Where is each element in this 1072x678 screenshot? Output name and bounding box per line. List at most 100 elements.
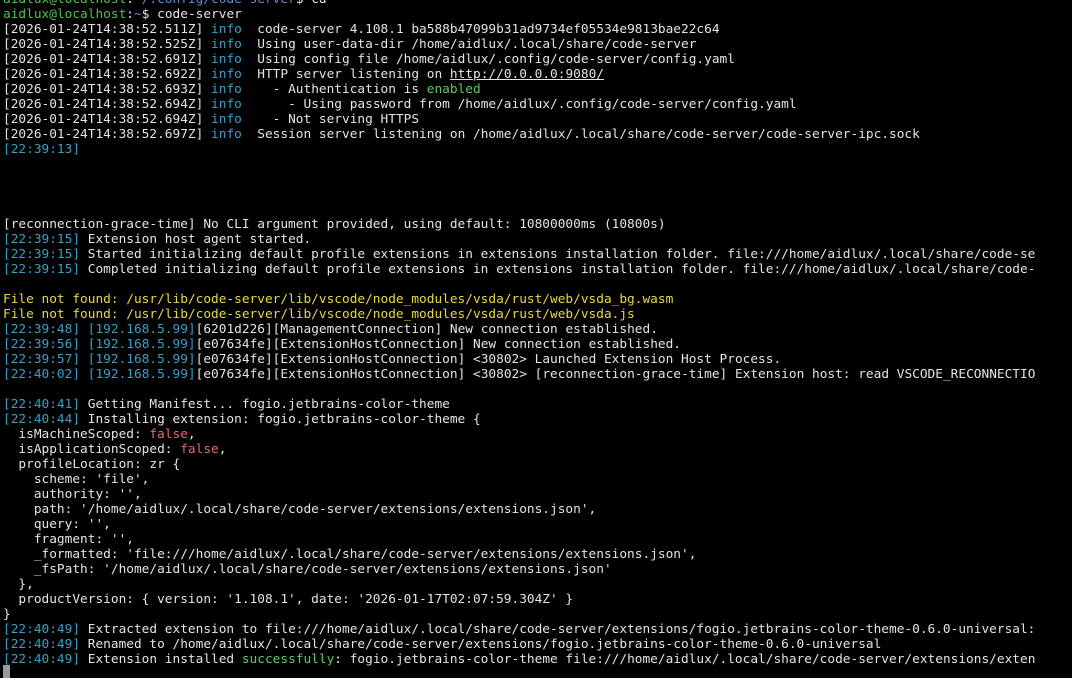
terminal-line: [22:40:49] Extracted extension to file:/… [3, 622, 1072, 637]
terminal-line: fragment: '', [3, 532, 1072, 547]
terminal-text-segment: [192.168.5.99] [87, 322, 196, 337]
terminal-text-segment: info [211, 67, 242, 82]
terminal-line: }, [3, 577, 1072, 592]
terminal-text-segment: isMachineScoped: [3, 427, 150, 442]
terminal-line: [2026-01-24T14:38:52.691Z] info Using co… [3, 52, 1072, 67]
terminal-line: [2026-01-24T14:38:52.697Z] info Session … [3, 127, 1072, 142]
terminal-text-segment: Started initializing default profile ext… [80, 247, 1036, 262]
terminal-text-segment: [22:40:41] [3, 397, 81, 412]
terminal-window[interactable]: aidlux@localhost:~/.config/code-server$ … [0, 0, 1072, 678]
terminal-text-segment: Installing extension: fogio.jetbrains-co… [80, 412, 481, 427]
terminal-text-segment: [2026-01-24T14:38:52.694Z] [3, 112, 212, 127]
terminal-text-segment: [22:40:49] [3, 637, 81, 652]
terminal-cursor [3, 665, 10, 678]
terminal-line: isMachineScoped: false, [3, 427, 1072, 442]
terminal-text-segment: HTTP server listening on [241, 67, 450, 82]
terminal-line: File not found: /usr/lib/code-server/lib… [3, 292, 1072, 307]
terminal-text-segment: ~/.config/code-server [134, 0, 296, 7]
terminal-line: [22:39:15] Completed initializing defaul… [3, 262, 1072, 277]
terminal-text-segment: [2026-01-24T14:38:52.692Z] [3, 67, 212, 82]
terminal-line: [22:39:15] Extension host agent started. [3, 232, 1072, 247]
terminal-text-segment: [2026-01-24T14:38:52.697Z] [3, 127, 212, 142]
terminal-text-segment: Session server listening on /home/aidlux… [241, 127, 920, 142]
terminal-text-segment: - Not serving HTTPS [241, 112, 420, 127]
terminal-text-segment: [22:39:15] [3, 247, 81, 262]
terminal-text-segment: authority: '', [3, 487, 142, 502]
terminal-text-segment: _fsPath: '/home/aidlux/.local/share/code… [3, 562, 612, 577]
terminal-text-segment: [192.168.5.99] [87, 367, 196, 382]
terminal-line: [2026-01-24T14:38:52.511Z] info code-ser… [3, 22, 1072, 37]
terminal-text-segment: Extracted extension to file:///home/aidl… [80, 622, 1036, 637]
terminal-line: } [3, 607, 1072, 622]
terminal-text-segment: : [126, 7, 134, 22]
terminal-text-segment: [22:39:13] [3, 142, 81, 157]
terminal-text-segment: info [211, 112, 242, 127]
terminal-text-segment[interactable]: http://0.0.0.0:9080/ [450, 67, 604, 82]
terminal-text-segment: $ code-server [141, 7, 242, 22]
terminal-line: _formatted: 'file:///home/aidlux/.local/… [3, 547, 1072, 562]
terminal-text-segment: } [3, 607, 11, 622]
terminal-line: [22:39:57] [192.168.5.99][e07634fe][Exte… [3, 352, 1072, 367]
terminal-line: ​ [3, 172, 1072, 187]
terminal-line: [22:39:48] [192.168.5.99][6201d226][Mana… [3, 322, 1072, 337]
terminal-text-segment: successfully [241, 652, 335, 667]
terminal-text-segment: [e07634fe][ExtensionHostConnection] <308… [195, 352, 782, 367]
terminal-text-segment: [2026-01-24T14:38:52.511Z] [3, 22, 212, 37]
terminal-text-segment: [22:39:56] [3, 337, 81, 352]
terminal-text-segment: [2026-01-24T14:38:52.694Z] [3, 97, 212, 112]
terminal-text-segment: [192.168.5.99] [87, 337, 196, 352]
terminal-line: [2026-01-24T14:38:52.693Z] info - Authen… [3, 82, 1072, 97]
terminal-line: [22:40:02] [192.168.5.99][e07634fe][Exte… [3, 367, 1072, 382]
terminal-text-segment: info [211, 37, 242, 52]
terminal-text-segment: info [211, 97, 242, 112]
terminal-text-segment: [22:39:15] [3, 262, 81, 277]
terminal-line: aidlux@localhost:~/.config/code-server$ … [3, 0, 1072, 7]
terminal-line: File not found: /usr/lib/code-server/lib… [3, 307, 1072, 322]
terminal-line: ​ [3, 187, 1072, 202]
terminal-line: isApplicationScoped: false, [3, 442, 1072, 457]
terminal-text-segment: $ cd [296, 0, 327, 7]
terminal-text-segment: [22:40:02] [3, 367, 81, 382]
terminal-text-segment: [e07634fe][ExtensionHostConnection] <308… [195, 367, 1036, 382]
terminal-text-segment: false [180, 442, 219, 457]
terminal-line: authority: '', [3, 487, 1072, 502]
terminal-line: ​ [3, 382, 1072, 397]
terminal-text-segment: [6201d226][ManagementConnection] New con… [195, 322, 658, 337]
terminal-text-segment: [22:39:57] [3, 352, 81, 367]
terminal-text-segment: info [211, 52, 242, 67]
terminal-text-segment: info [211, 22, 242, 37]
terminal-text-segment: File not found: /usr/lib/code-server/lib… [3, 292, 674, 307]
terminal-text-segment: - Authentication is [241, 82, 427, 97]
terminal-text-segment: [22:39:15] [3, 232, 81, 247]
terminal-line: [2026-01-24T14:38:52.692Z] info HTTP ser… [3, 67, 1072, 82]
terminal-text-segment: Getting Manifest... fogio.jetbrains-colo… [80, 397, 450, 412]
terminal-line: [22:39:56] [192.168.5.99][e07634fe][Exte… [3, 337, 1072, 352]
terminal-line: query: '', [3, 517, 1072, 532]
terminal-text-segment: , [187, 427, 196, 442]
terminal-text-segment: , [218, 442, 227, 457]
terminal-text-segment: [2026-01-24T14:38:52.691Z] [3, 52, 212, 67]
terminal-line: [22:40:49] Renamed to /home/aidlux/.loca… [3, 637, 1072, 652]
terminal-text-segment: Using config file /home/aidlux/.config/c… [241, 52, 735, 67]
terminal-text-segment: ~ [134, 7, 142, 22]
terminal-text-segment: enabled [426, 82, 481, 97]
terminal-line: aidlux@localhost:~$ code-server [3, 7, 1072, 22]
terminal-line: [2026-01-24T14:38:52.694Z] info - Not se… [3, 112, 1072, 127]
terminal-line: [2026-01-24T14:38:52.525Z] info Using us… [3, 37, 1072, 52]
terminal-line: ​ [3, 277, 1072, 292]
terminal-text-segment: }, [3, 577, 34, 592]
terminal-line: [22:39:15] Started initializing default … [3, 247, 1072, 262]
terminal-text-segment: : fogio.jetbrains-color-theme file:///ho… [334, 652, 1036, 667]
terminal-text-segment: _formatted: 'file:///home/aidlux/.local/… [3, 547, 697, 562]
terminal-text-segment: fragment: '', [3, 532, 134, 547]
terminal-line: ​ [3, 202, 1072, 217]
terminal-text-segment: productVersion: { version: '1.108.1', da… [3, 592, 574, 607]
terminal-line: [22:40:44] Installing extension: fogio.j… [3, 412, 1072, 427]
terminal-text-segment: isApplicationScoped: [3, 442, 181, 457]
terminal-text-segment: scheme: 'file', [3, 472, 150, 487]
terminal-line: [22:40:41] Getting Manifest... fogio.jet… [3, 397, 1072, 412]
terminal-output: aidlux@localhost:~/.config/code-server$ … [3, 0, 1072, 667]
terminal-line: ​ [3, 157, 1072, 172]
